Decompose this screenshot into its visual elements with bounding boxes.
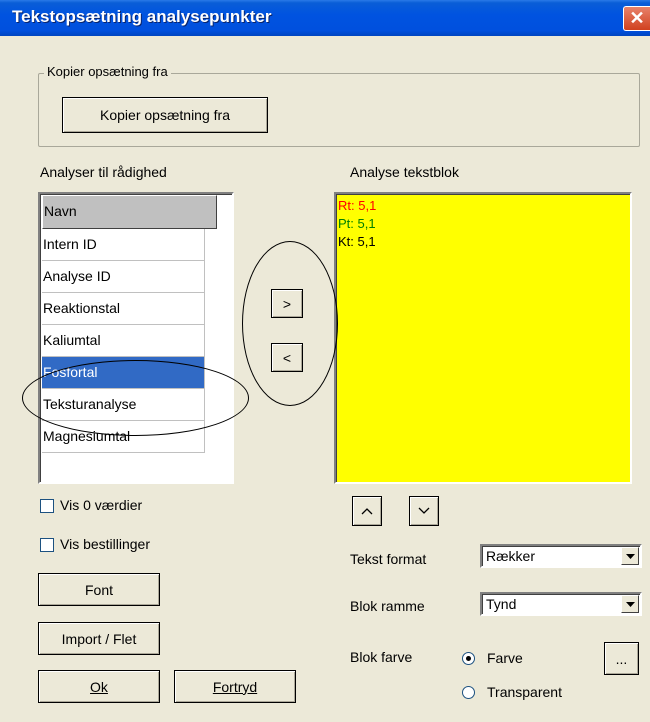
- list-header-label: Navn: [44, 203, 77, 219]
- show-orders-checkbox[interactable]: [40, 538, 54, 552]
- move-down-button[interactable]: [409, 496, 439, 526]
- radio-selected-dot: [466, 656, 471, 661]
- list-item-selected[interactable]: Fosfortal: [42, 357, 205, 389]
- list-item[interactable]: Kaliumtal: [42, 325, 205, 357]
- transparent-radio[interactable]: [462, 686, 475, 699]
- color-radio[interactable]: [462, 652, 475, 665]
- list-item-label: Fosfortal: [43, 364, 98, 380]
- block-frame-value: Tynd: [486, 596, 517, 612]
- text-block-label: Analyse tekstblok: [350, 164, 459, 180]
- close-button[interactable]: ✕: [623, 6, 650, 31]
- chevron-down-icon: [418, 507, 430, 514]
- dropdown-arrow-icon[interactable]: [621, 547, 639, 565]
- title-bar[interactable]: Tekstopsætning analysepunkter ✕: [0, 0, 650, 36]
- color-radio-label: Farve: [487, 650, 523, 666]
- text-block-line: Rt: 5,1: [338, 198, 377, 213]
- cancel-button-label: Fortryd: [212, 678, 258, 695]
- copy-settings-button[interactable]: Kopier opsætning fra: [62, 97, 268, 133]
- dropdown-arrow-icon[interactable]: [621, 595, 639, 613]
- list-item-label: Kaliumtal: [43, 332, 101, 348]
- transparent-radio-label: Transparent: [487, 684, 562, 700]
- list-item-label: Analyse ID: [43, 268, 111, 284]
- chevron-up-icon: [361, 508, 373, 515]
- color-picker-button[interactable]: ...: [604, 642, 639, 675]
- dialog-window: Tekstopsætning analysepunkter ✕ Kopier o…: [0, 0, 650, 722]
- copy-settings-button-label: Kopier opsætning fra: [100, 107, 230, 123]
- chevron-right-icon: >: [282, 295, 292, 312]
- remove-analysis-button[interactable]: <: [271, 343, 303, 372]
- copy-settings-group-label: Kopier opsætning fra: [44, 64, 171, 79]
- list-item[interactable]: Reaktionstal: [42, 293, 205, 325]
- cancel-button[interactable]: Fortryd: [174, 670, 296, 703]
- block-frame-select[interactable]: Tynd: [480, 592, 642, 616]
- text-format-select[interactable]: Rækker: [480, 544, 642, 568]
- text-block-line: Pt: 5,1: [338, 216, 376, 231]
- block-color-label: Blok farve: [350, 649, 413, 665]
- show-zero-checkbox[interactable]: [40, 499, 54, 513]
- move-up-button[interactable]: [352, 496, 382, 526]
- font-button-label: Font: [84, 581, 113, 598]
- show-orders-label: Vis bestillinger: [60, 536, 151, 552]
- window-title: Tekstopsætning analysepunkter: [12, 7, 272, 26]
- list-item[interactable]: Magnesiumtal: [42, 421, 205, 453]
- import-merge-button-label: Import / Flet: [61, 630, 137, 647]
- list-item-label: Intern ID: [43, 236, 97, 252]
- list-item-label: Magnesiumtal: [43, 428, 131, 444]
- list-item[interactable]: Intern ID: [42, 229, 205, 261]
- list-header-name[interactable]: Navn: [42, 195, 217, 229]
- font-button[interactable]: Font: [38, 573, 160, 606]
- block-frame-label: Blok ramme: [350, 598, 425, 614]
- import-merge-button[interactable]: Import / Flet: [38, 622, 160, 655]
- list-item[interactable]: Teksturanalyse: [42, 389, 205, 421]
- show-zero-label: Vis 0 værdier: [60, 497, 143, 513]
- annotation-ellipse-arrows: [242, 241, 338, 406]
- text-block-line: Kt: 5,1: [338, 234, 376, 249]
- text-format-label: Tekst format: [350, 551, 427, 567]
- ok-button-label: Ok: [90, 678, 108, 695]
- list-item-label: Teksturanalyse: [43, 396, 137, 412]
- close-icon: ✕: [629, 8, 645, 28]
- list-item-label: Reaktionstal: [43, 300, 121, 316]
- list-item[interactable]: Analyse ID: [42, 261, 205, 293]
- ellipsis-icon: ...: [615, 650, 628, 667]
- text-format-value: Rækker: [486, 548, 536, 564]
- available-analyses-list[interactable]: Navn Intern ID Analyse ID Reaktionstal K…: [38, 192, 234, 484]
- ok-button[interactable]: Ok: [38, 670, 160, 703]
- available-analyses-label: Analyser til rådighed: [40, 164, 167, 180]
- add-analysis-button[interactable]: >: [271, 289, 303, 318]
- chevron-left-icon: <: [282, 349, 292, 366]
- analysis-text-block[interactable]: Rt: 5,1 Pt: 5,1 Kt: 5,1: [334, 192, 632, 484]
